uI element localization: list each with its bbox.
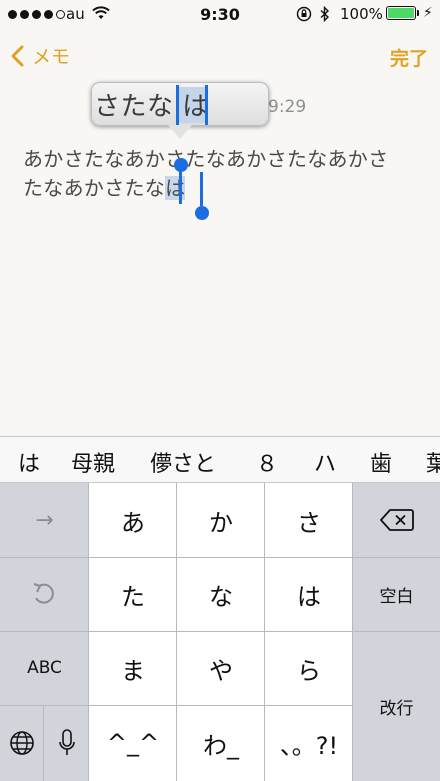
loupe-text-plain: さたな (94, 92, 174, 122)
space-key-label: 空白 (379, 586, 414, 607)
magnifier-loupe: さたな は (91, 82, 269, 126)
key-divider (43, 705, 44, 781)
kana-key-sa[interactable]: さ (265, 483, 353, 557)
kana-key-ta[interactable]: た (89, 557, 177, 631)
chevron-left-icon (11, 45, 24, 66)
note-line-2: たなあかさたなは (23, 174, 388, 203)
candidate-item[interactable]: ８ (256, 446, 278, 478)
note-line-1: あかさたなあかさたなあかさたなあかさ (23, 147, 389, 171)
return-key[interactable]: 改行 (353, 631, 440, 781)
kana-key-a[interactable]: あ (89, 483, 177, 557)
key-divider (176, 483, 177, 781)
key-divider (88, 483, 89, 781)
kana-key-ma[interactable]: ま (89, 631, 177, 705)
next-candidate-key[interactable]: → (0, 483, 89, 557)
done-button[interactable]: 完了 (390, 44, 428, 71)
key-divider (352, 483, 353, 781)
loupe-text: さたな は (94, 86, 209, 123)
note-body[interactable]: あかさたなあかさたなあかさたなあかさ たなあかさたなは (23, 145, 388, 203)
mic-icon (58, 729, 75, 755)
abc-key-label: ABC (27, 658, 62, 678)
key-divider (264, 483, 265, 781)
selection-end-caret (200, 172, 203, 206)
globe-icon (10, 731, 34, 755)
undo-key[interactable] (0, 557, 89, 631)
undo-icon (33, 583, 54, 604)
emoticon-key[interactable]: ^_^ (89, 705, 177, 781)
delete-key[interactable] (353, 483, 440, 557)
return-key-label: 改行 (379, 698, 414, 719)
bluetooth-icon (320, 6, 330, 22)
loupe-caret-start (176, 85, 179, 125)
candidate-item[interactable]: 母親 (71, 446, 115, 478)
note-line-2-text: たなあかさたな (23, 176, 166, 200)
battery-percent: 100% (340, 5, 383, 23)
key-divider (0, 631, 440, 632)
candidate-item[interactable]: 儚さと (150, 446, 216, 478)
kana-key-ya[interactable]: や (177, 631, 265, 705)
candidate-item[interactable]: 歯 (370, 446, 392, 478)
candidate-bar: は 母親 儚さと ８ ハ 歯 葉 (0, 436, 440, 483)
space-key[interactable]: 空白 (353, 557, 440, 631)
loupe-pointer (168, 125, 192, 139)
back-button-label: メモ (32, 46, 71, 68)
marked-text: は (165, 176, 186, 200)
battery-icon (386, 6, 416, 20)
loupe-caret-end (205, 85, 208, 125)
candidate-item[interactable]: ハ (314, 446, 336, 478)
back-button[interactable]: メモ (10, 42, 70, 69)
keyboard: → あ か さ た な は 空白 ABC ま や ら 改行 ^_^ わ_ 、。?… (0, 483, 440, 781)
status-bar: au 9:30 100% ⚡ (0, 0, 440, 30)
charging-icon: ⚡ (423, 5, 433, 21)
selection-end-handle[interactable] (195, 206, 209, 220)
selection-start-caret (179, 170, 182, 204)
kana-key-wa[interactable]: わ_ (177, 705, 265, 781)
candidate-item[interactable]: 葉 (426, 446, 440, 478)
note-timestamp: 9:29 (268, 97, 307, 117)
candidate-item[interactable]: は (18, 446, 40, 478)
abc-key[interactable]: ABC (0, 631, 89, 705)
delete-icon (379, 509, 414, 531)
kana-key-ka[interactable]: か (177, 483, 265, 557)
kana-key-ha[interactable]: は (265, 557, 353, 631)
battery-tip (417, 10, 419, 16)
punctuation-key[interactable]: 、。?! (265, 705, 353, 781)
dictation-key[interactable] (44, 705, 89, 781)
globe-key[interactable] (0, 705, 44, 781)
rotation-lock-icon (296, 6, 312, 22)
kana-key-na[interactable]: な (177, 557, 265, 631)
key-divider (0, 557, 440, 558)
arrow-right-icon: → (35, 507, 54, 533)
key-divider (0, 705, 353, 706)
kana-key-ra[interactable]: ら (265, 631, 353, 705)
